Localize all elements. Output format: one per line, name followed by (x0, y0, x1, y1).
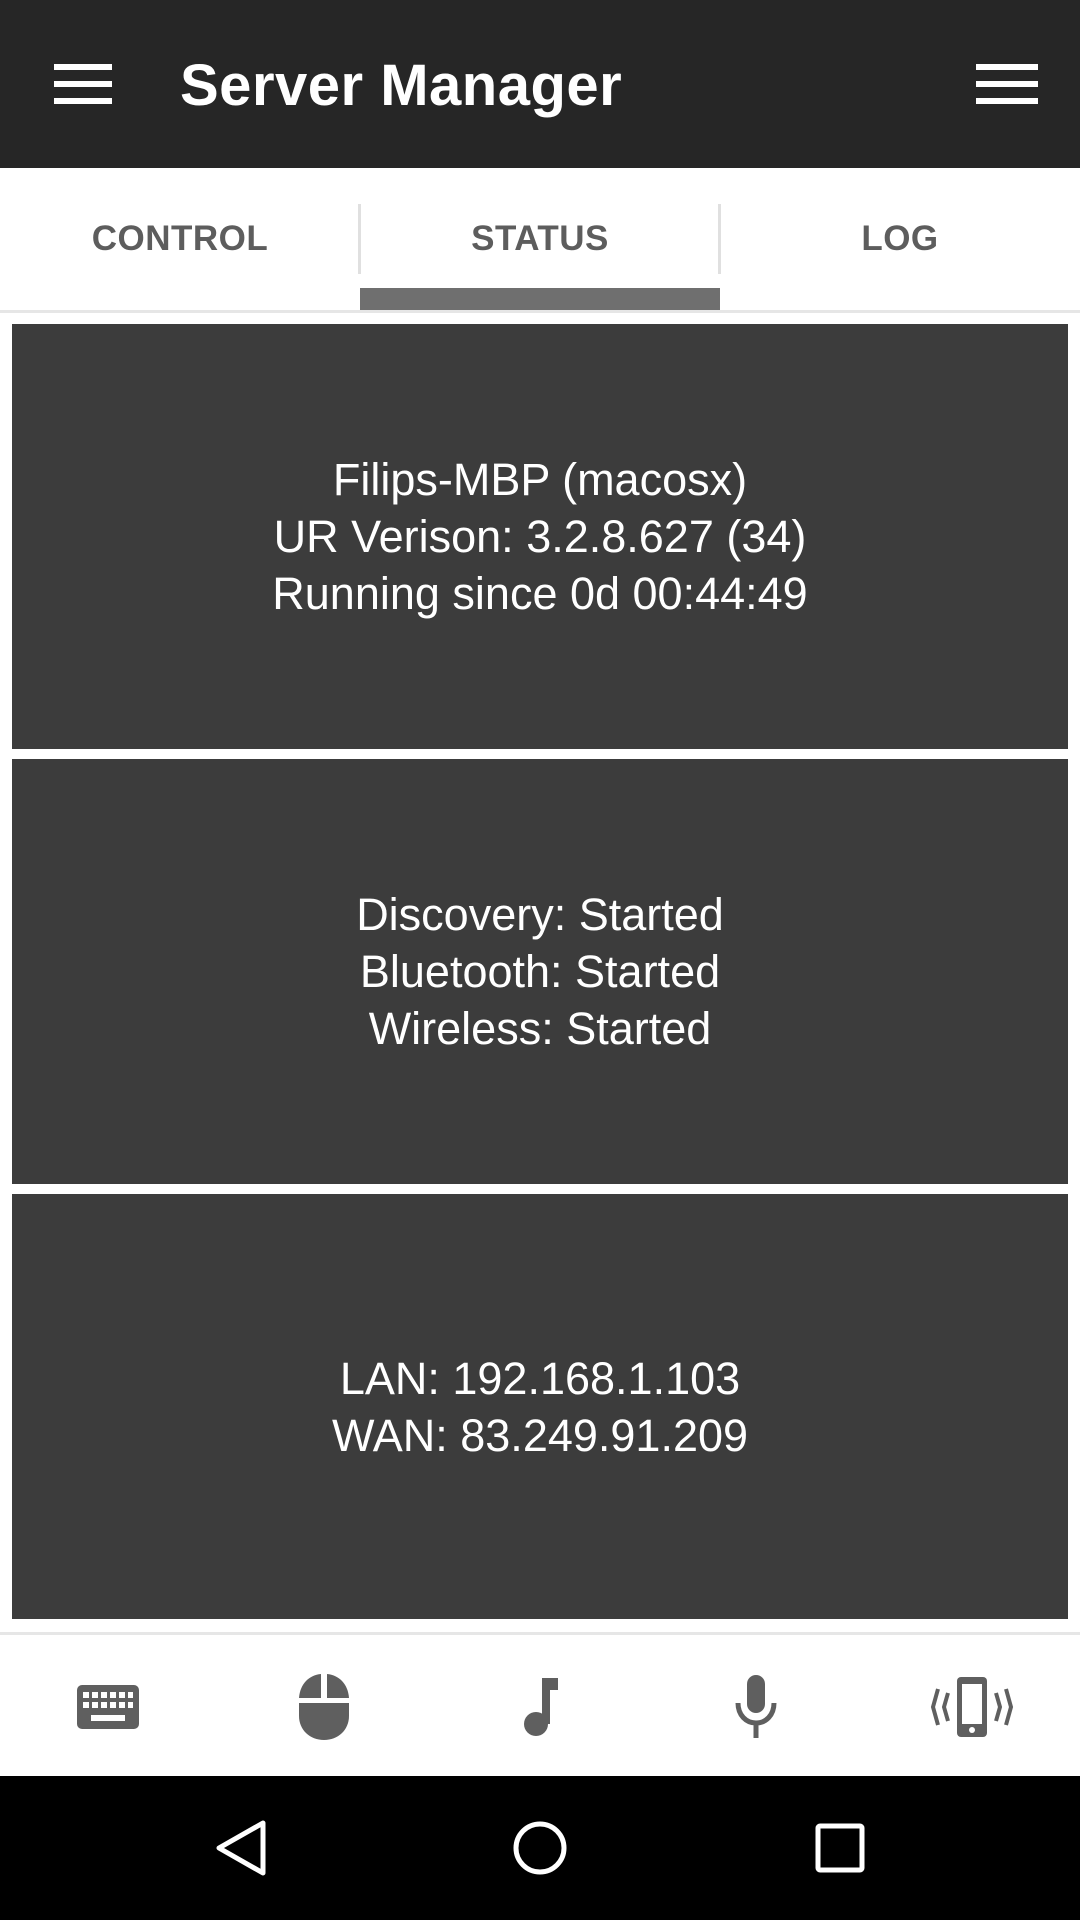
music-note-icon (524, 1678, 558, 1736)
microphone-button[interactable] (648, 1635, 864, 1779)
recents-button[interactable] (740, 1776, 940, 1920)
services-status-card: Discovery: Started Bluetooth: Started Wi… (12, 759, 1068, 1184)
hamburger-menu-icon[interactable] (54, 54, 114, 114)
keyboard-button[interactable] (0, 1635, 216, 1779)
tab-bar: CONTROL STATUS LOG (0, 168, 1080, 313)
server-info-card: Filips-MBP (macosx) UR Verison: 3.2.8.62… (12, 324, 1068, 749)
mouse-icon (299, 1674, 349, 1740)
lan-address-text: LAN: 192.168.1.103 (339, 1352, 741, 1404)
wan-address-text: WAN: 83.249.91.209 (331, 1409, 749, 1461)
mouse-button[interactable] (216, 1635, 432, 1779)
tab-selected-indicator (360, 288, 720, 310)
bluetooth-status-text: Bluetooth: Started (359, 946, 721, 997)
system-navigation-bar (0, 1776, 1080, 1920)
music-button[interactable] (432, 1635, 648, 1779)
overflow-menu-icon[interactable] (976, 54, 1038, 114)
keyboard-icon (77, 1685, 139, 1729)
page-title: Server Manager (180, 53, 623, 118)
microphone-icon (735, 1675, 777, 1738)
uptime-text: Running since 0d 00:44:49 (272, 568, 808, 619)
discovery-status-text: Discovery: Started (356, 889, 724, 940)
tab-control[interactable]: CONTROL (0, 168, 360, 310)
tab-log[interactable]: LOG (720, 168, 1080, 310)
back-icon (216, 1820, 266, 1876)
phone-vibrate-icon (930, 1677, 1014, 1737)
server-name-text: Filips-MBP (macosx) (332, 454, 748, 505)
server-version-text: UR Verison: 3.2.8.627 (34) (273, 511, 807, 562)
home-icon (513, 1821, 567, 1875)
wireless-status-text: Wireless: Started (368, 1003, 712, 1054)
back-button[interactable] (140, 1776, 340, 1920)
network-info-card: LAN: 192.168.1.103 WAN: 83.249.91.209 (12, 1194, 1068, 1619)
recents-icon (815, 1823, 865, 1873)
vibrate-button[interactable] (864, 1635, 1080, 1779)
bottom-toolbar (0, 1632, 1080, 1779)
home-button[interactable] (440, 1776, 640, 1920)
app-bar: Server Manager (0, 0, 1080, 168)
